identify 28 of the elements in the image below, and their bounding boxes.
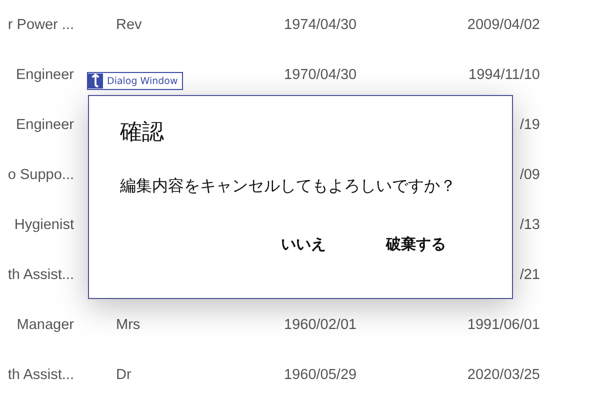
table-cell: 2009/04/02 <box>467 16 540 34</box>
table-cell: Dr <box>116 366 132 384</box>
table-cell: 1970/04/30 <box>284 66 357 84</box>
table-cell: th Assist... <box>8 266 74 284</box>
dialog-button[interactable]: 破棄する <box>371 231 461 258</box>
dialog-button[interactable]: いいえ <box>266 231 341 258</box>
table-cell: /19 <box>520 116 540 134</box>
table-cell: 2020/03/25 <box>467 366 540 384</box>
table-cell: Manager <box>16 316 74 334</box>
table-cell: 1994/11/10 <box>468 66 540 84</box>
table-cell: 1991/06/01 <box>467 316 540 334</box>
table-cell: Engineer <box>16 116 74 134</box>
table-cell: Mrs <box>116 316 140 334</box>
table-cell: /21 <box>520 266 540 284</box>
table-cell: th Assist... <box>8 366 74 384</box>
table-cell: r Power ... <box>8 16 74 34</box>
table-cell: Hygienist <box>14 216 74 234</box>
table-cell: /09 <box>520 166 540 184</box>
table-cell: /13 <box>520 216 540 234</box>
dialog-title: 確認 <box>120 119 164 147</box>
table-cell: 1960/05/29 <box>284 366 357 384</box>
label-text: Dialog Window <box>106 76 179 86</box>
table-cell: Engineer <box>16 66 74 84</box>
table-cell: 1960/02/01 <box>284 316 357 334</box>
dialog-message: 編集内容をキャンセルしてもよろしいですか？ <box>120 176 456 197</box>
table-cell: 1974/04/30 <box>284 16 357 34</box>
table-cell: o Suppo... <box>8 166 74 184</box>
table-cell: Rev <box>116 16 142 34</box>
